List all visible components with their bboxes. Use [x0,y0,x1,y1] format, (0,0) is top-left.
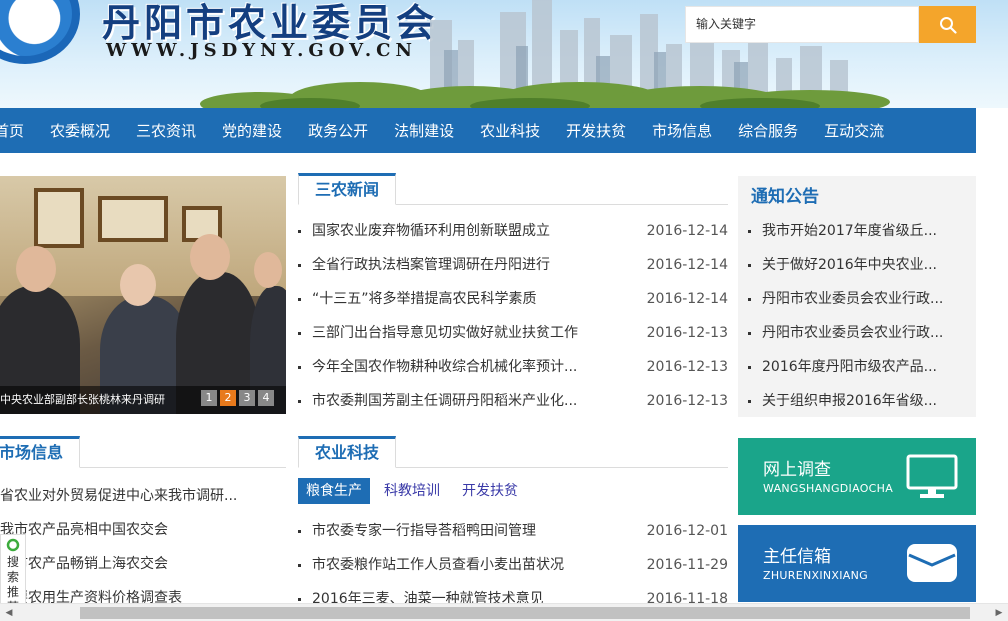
tech-title[interactable]: 市农委专家一行指导荅稻鸭田间管理 [312,514,536,548]
slider-photo-head [254,252,282,288]
online-survey-subtitle: WANGSHANGDIAOCHA [763,482,894,495]
tab-market[interactable]: 市场信息 [0,436,81,468]
nav-item-interaction[interactable]: 互动交流 [811,120,897,141]
list-item[interactable]: 国家农业废弃物循环利用创新联盟成立 2016-12-14 [298,214,728,248]
list-item[interactable]: “十三五”将多举措提高农民科学素质 2016-12-14 [298,282,728,316]
search-input[interactable]: 输入关键字 [685,6,919,43]
news-title[interactable]: 今年全国农作物耕种收综合机械化率预计... [312,350,577,384]
slider-photo-frame [34,188,84,248]
tech-panel-header: 农业科技 [298,436,728,468]
notice-item[interactable]: 丹阳市农业委员会农业行政... [762,282,943,316]
scroll-right-icon[interactable]: ▶ [990,604,1008,621]
market-list: 省农业对外贸易促进中心来我市调研... 我市农产品亮相中国农交会 我市农产品畅销… [0,479,286,615]
mail-icon [907,544,957,582]
nav-item-law[interactable]: 法制建设 [381,120,467,141]
notice-item[interactable]: 关于组织申报2016年省级... [762,384,937,418]
list-item[interactable]: 市农委荆国芳副主任调研丹阳稻米产业化... 2016-12-13 [298,384,728,418]
tech-date: 2016-12-01 [646,523,728,539]
nav-item-poverty[interactable]: 开发扶贫 [553,120,639,141]
news-title[interactable]: 三部门出台指导意见切实做好就业扶贫工作 [312,316,578,350]
list-item[interactable]: 省农业对外贸易促进中心来我市调研... [0,479,286,513]
subtab-training[interactable]: 科教培训 [376,478,448,504]
list-item[interactable]: 今年全国农作物耕种收综合机械化率预计... 2016-12-13 [298,350,728,384]
circle-icon [6,538,20,552]
nav-item-service[interactable]: 综合服务 [725,120,811,141]
news-date: 2016-12-13 [646,359,728,375]
news-title[interactable]: 市农委荆国芳副主任调研丹阳稻米产业化... [312,384,577,418]
nav-item-tech[interactable]: 农业科技 [467,120,553,141]
tech-subtabs: 粮食生产 科教培训 开发扶贫 [298,477,532,505]
nav-item-home[interactable]: 首页 [0,120,37,141]
subtab-poverty[interactable]: 开发扶贫 [454,478,526,504]
director-mailbox-subtitle: ZHURENXINXIANG [763,569,868,582]
list-item[interactable]: 我市农产品亮相中国农交会 [0,513,286,547]
search-button[interactable] [919,6,976,43]
notice-item[interactable]: 2016年度丹阳市级农产品... [762,350,937,384]
list-item[interactable]: 丹阳市农业委员会农业行政... [748,316,966,350]
tech-list: 市农委专家一行指导荅稻鸭田间管理 2016-12-01 市农委粮作站工作人员查看小… [298,514,728,616]
main-nav: 首页 农委概况 三农资讯 党的建设 政务公开 法制建设 农业科技 开发扶贫 市场… [0,108,976,153]
list-item[interactable]: 丹阳市农业委员会农业行政... [748,282,966,316]
monitor-icon [906,454,958,498]
scrollbar-thumb[interactable] [80,607,970,619]
slider-pagination: 1 2 3 4 [201,390,274,406]
list-item[interactable]: 关于组织申报2016年省级... [748,384,966,418]
horizontal-scrollbar[interactable]: ◀ ▶ [0,603,1008,621]
nav-item-affairs[interactable]: 政务公开 [295,120,381,141]
news-date: 2016-12-13 [646,393,728,409]
list-item[interactable]: 我市开始2017年度省级丘... [748,214,966,248]
tab-news[interactable]: 三农新闻 [298,173,397,205]
slider-dot[interactable]: 4 [258,390,274,406]
tech-title[interactable]: 市农委粮作站工作人员查看小麦出苗状况 [312,548,564,582]
notice-panel: 通知公告 我市开始2017年度省级丘... 关于做好2016年中央农业... 丹… [738,176,976,417]
notice-item[interactable]: 丹阳市农业委员会农业行政... [762,316,943,350]
notice-title[interactable]: 通知公告 [751,182,819,207]
slider-dot[interactable]: 3 [239,390,255,406]
list-item[interactable]: 市农委专家一行指导荅稻鸭田间管理 2016-12-01 [298,514,728,548]
news-title[interactable]: “十三五”将多举措提高农民科学素质 [312,282,537,316]
online-survey-title: 网上调查 [763,460,831,480]
market-panel-header: 市场信息 [0,436,286,468]
nav-item-overview[interactable]: 农委概况 [37,120,123,141]
notice-item[interactable]: 我市开始2017年度省级丘... [762,214,937,248]
list-item[interactable]: 三部门出台指导意见切实做好就业扶贫工作 2016-12-13 [298,316,728,350]
news-date: 2016-12-14 [646,223,728,239]
slider-photo-head [190,234,230,280]
tab-tech[interactable]: 农业科技 [298,436,397,468]
notice-list: 我市开始2017年度省级丘... 关于做好2016年中央农业... 丹阳市农业委… [748,214,966,418]
site-header: 丹阳市农业委员会 WWW.JSDYNY.GOV.CN 输入关键字 [0,0,1008,108]
list-item[interactable]: 全省行政执法档案管理调研在丹阳进行 2016-12-14 [298,248,728,282]
news-date: 2016-12-14 [646,257,728,273]
search-icon [939,16,957,34]
slider-dot-active[interactable]: 2 [220,390,236,406]
director-mailbox-title: 主任信箱 [763,547,831,567]
list-item[interactable]: 2016年度丹阳市级农产品... [748,350,966,384]
notice-item[interactable]: 关于做好2016年中央农业... [762,248,937,282]
market-item[interactable]: 省农业对外贸易促进中心来我市调研... [0,479,237,513]
news-slider[interactable]: 中央农业部副部长张桃林来丹调研 1 2 3 4 [0,176,286,414]
nav-item-news[interactable]: 三农资讯 [123,120,209,141]
director-mailbox-button[interactable]: 主任信箱 ZHURENXINXIANG [738,525,976,602]
scroll-left-icon[interactable]: ◀ [0,604,18,621]
site-logo-icon[interactable] [0,0,80,64]
slider-photo-head [16,246,56,292]
news-date: 2016-12-14 [646,291,728,307]
list-item[interactable]: 关于做好2016年中央农业... [748,248,966,282]
online-survey-button[interactable]: 网上调查 WANGSHANGDIAOCHA [738,438,976,515]
list-item[interactable]: 我市农产品畅销上海农交会 [0,547,286,581]
nav-item-market[interactable]: 市场信息 [639,120,725,141]
news-panel-header: 三农新闻 [298,173,728,205]
list-item[interactable]: 市农委粮作站工作人员查看小麦出苗状况 2016-11-29 [298,548,728,582]
subtab-grain[interactable]: 粮食生产 [298,478,370,504]
slider-dot[interactable]: 1 [201,390,217,406]
news-date: 2016-12-13 [646,325,728,341]
news-title[interactable]: 全省行政执法档案管理调研在丹阳进行 [312,248,550,282]
nav-item-party[interactable]: 党的建设 [209,120,295,141]
slider-photo-frame [98,196,168,242]
tech-date: 2016-11-29 [646,557,728,573]
slider-photo-head [120,264,156,306]
news-list: 国家农业废弃物循环利用创新联盟成立 2016-12-14 全省行政执法档案管理调研… [298,214,728,418]
news-title[interactable]: 国家农业废弃物循环利用创新联盟成立 [312,214,550,248]
